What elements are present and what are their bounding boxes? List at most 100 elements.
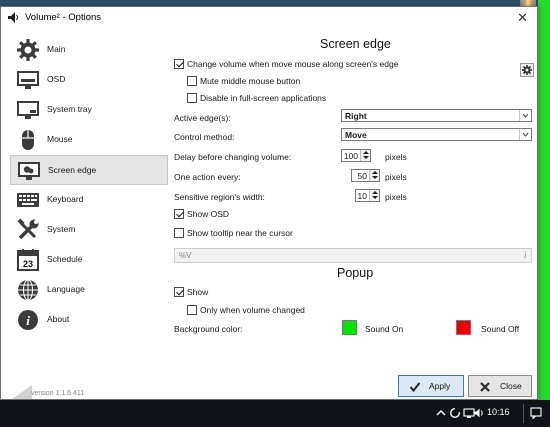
change-volume-checkbox[interactable]: Change volume when move mouse along scre…	[174, 59, 398, 69]
svg-text:i: i	[26, 313, 30, 328]
control-method-select[interactable]: Move	[341, 128, 532, 141]
spinner-arrows[interactable]	[360, 150, 370, 161]
one-action-spinner[interactable]: 50	[351, 169, 380, 182]
close-icon	[480, 382, 490, 392]
sidebar-item-label: Screen edge	[48, 165, 97, 175]
sidebar-item-keyboard[interactable]: Keyboard	[10, 185, 168, 215]
spinner-arrows[interactable]	[369, 170, 379, 181]
chevron-down-icon	[519, 129, 531, 140]
select-value: Right	[345, 111, 367, 121]
checkbox-box	[187, 76, 197, 86]
checkbox-box	[174, 59, 184, 69]
select-value: Move	[345, 130, 367, 140]
checkbox-box	[174, 228, 184, 238]
gear-icon	[522, 65, 532, 75]
sidebar-item-schedule[interactable]: 23 Schedule	[10, 245, 168, 275]
active-edges-label: Active edge(s):	[174, 113, 231, 123]
tooltip-format-input[interactable]	[174, 248, 532, 263]
sidebar-item-label: System tray	[47, 104, 92, 114]
checkbox-label: Disable in full-screen applications	[200, 93, 327, 103]
chevron-up-icon[interactable]	[435, 407, 447, 419]
sidebar-item-label: OSD	[47, 74, 66, 84]
checkbox-label: Show OSD	[187, 209, 230, 219]
sidebar-item-main[interactable]: Main	[10, 35, 168, 65]
sidebar-item-label: System	[47, 224, 76, 234]
checkbox-label: Show tooltip near the cursor	[187, 228, 293, 238]
sound-off-label: Sound Off	[481, 324, 520, 334]
sidebar-item-system-tray[interactable]: System tray	[10, 95, 168, 125]
sound-off-color-swatch[interactable]	[456, 320, 471, 335]
calendar-day: 23	[23, 259, 33, 269]
delay-label: Delay before changing volume:	[174, 152, 292, 162]
gear-icon	[17, 39, 39, 61]
background-window-edge	[538, 0, 550, 400]
checkbox-label: Change volume when move mouse along scre…	[187, 59, 399, 69]
checkbox-box	[187, 93, 197, 103]
checkbox-box	[187, 305, 197, 315]
close-button[interactable]: Close	[468, 375, 532, 397]
sidebar-item-label: Keyboard	[47, 194, 84, 204]
sidebar: Main OSD System tray Mouse Screen edge K…	[10, 33, 168, 363]
checkbox-label: Mute middle mouse button	[200, 76, 301, 86]
sound-on-color-swatch[interactable]	[342, 320, 357, 335]
sync-icon[interactable]	[449, 407, 461, 419]
sidebar-item-label: Mouse	[47, 134, 73, 144]
volume-app-icon	[8, 12, 18, 23]
tray-monitor-icon	[17, 101, 39, 119]
control-method-label: Control method:	[174, 132, 235, 142]
sidebar-item-osd[interactable]: OSD	[10, 65, 168, 95]
screen-edge-heading: Screen edge	[320, 37, 391, 51]
checkbox-box	[174, 209, 184, 219]
delay-unit: pixels	[385, 152, 407, 162]
apply-check-icon	[409, 382, 421, 393]
spinner-value: 50	[357, 171, 367, 181]
version-label: version 1.1.6.411	[31, 390, 85, 397]
mouse-icon	[22, 130, 34, 150]
show-osd-checkbox[interactable]: Show OSD	[174, 209, 229, 219]
notification-icon[interactable]	[530, 407, 542, 419]
sound-on-label: Sound On	[365, 324, 404, 334]
mute-middle-button-checkbox[interactable]: Mute middle mouse button	[187, 76, 300, 86]
sidebar-item-screen-edge[interactable]: Screen edge	[10, 155, 168, 185]
show-tooltip-checkbox[interactable]: Show tooltip near the cursor	[174, 228, 293, 238]
sidebar-item-system[interactable]: System	[10, 215, 168, 245]
sidebar-item-language[interactable]: Language	[10, 275, 168, 305]
sensitive-width-label: Sensitive region's width:	[174, 192, 265, 202]
window-title: Volume² - Options	[25, 12, 102, 23]
apply-button[interactable]: Apply	[398, 375, 464, 397]
disable-fullscreen-checkbox[interactable]: Disable in full-screen applications	[187, 93, 326, 103]
sidebar-item-label: Main	[47, 44, 66, 54]
spinner-arrows[interactable]	[369, 190, 379, 201]
taskbar-clock[interactable]: 10:16	[487, 407, 510, 417]
volume-level-grip	[12, 385, 32, 399]
popup-show-checkbox[interactable]: Show	[174, 287, 208, 297]
apply-button-label: Apply	[429, 381, 451, 391]
format-info-icon[interactable]: i	[524, 250, 527, 260]
one-action-unit: pixels	[385, 172, 407, 182]
sidebar-item-mouse[interactable]: Mouse	[10, 125, 168, 155]
chevron-down-icon	[519, 110, 531, 121]
tools-icon	[17, 218, 39, 240]
sidebar-item-about[interactable]: i About	[10, 305, 168, 335]
taskbar: 10:16	[0, 400, 550, 427]
keyboard-icon	[17, 193, 39, 207]
window-close-button[interactable]: ✕	[517, 10, 528, 26]
monitor-icon	[17, 71, 39, 89]
checkbox-label: Only when volume changed	[200, 305, 305, 315]
popup-heading: Popup	[337, 266, 374, 280]
screen-edge-settings-button[interactable]	[520, 63, 534, 77]
spinner-value: 10	[357, 191, 367, 201]
sensitive-width-unit: pixels	[385, 192, 407, 202]
checkbox-box	[174, 287, 184, 297]
active-edges-select[interactable]: Right	[341, 109, 532, 122]
only-when-changed-checkbox[interactable]: Only when volume changed	[187, 305, 305, 315]
sidebar-item-label: About	[47, 314, 70, 324]
sidebar-item-label: Schedule	[47, 254, 83, 264]
screen-edge-icon	[18, 162, 40, 180]
options-window: Volume² - Options ✕ Main OSD System tray	[0, 6, 538, 400]
background-color-label: Background color:	[174, 324, 243, 334]
sensitive-width-spinner[interactable]: 10	[355, 189, 380, 202]
speaker-icon[interactable]	[473, 407, 485, 419]
delay-spinner[interactable]: 100	[341, 149, 371, 162]
sidebar-item-label: Language	[47, 284, 85, 294]
